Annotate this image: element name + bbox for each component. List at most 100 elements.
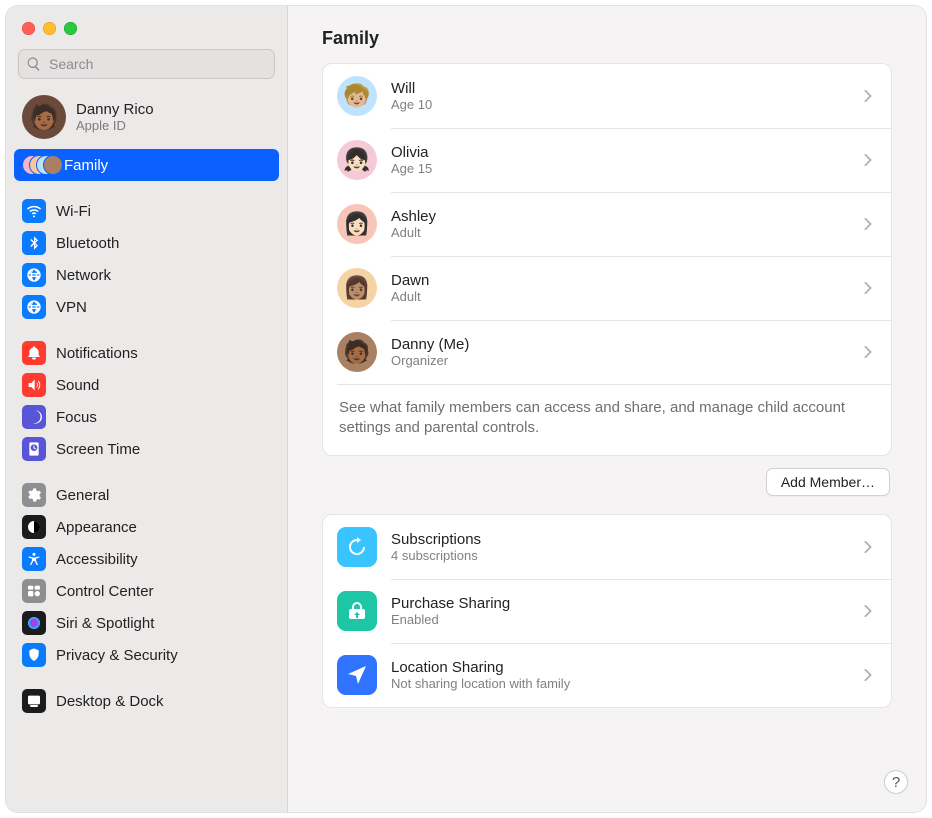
feature-row-subscriptions[interactable]: Subscriptions4 subscriptions (323, 515, 891, 579)
sidebar-item-label: Focus (56, 409, 97, 426)
sidebar-item-general[interactable]: General (14, 479, 279, 511)
feature-title: Purchase Sharing (391, 595, 849, 612)
member-subtitle: Adult (391, 225, 849, 240)
feature-subtitle: 4 subscriptions (391, 548, 849, 563)
account-name: Danny Rico (76, 101, 154, 118)
main-content: Family 🧒🏼 WillAge 10 👧🏻 OliviaAge 15 👩🏻Ashle… (288, 6, 926, 812)
sidebar-item-control-center[interactable]: Control Center (14, 575, 279, 607)
feature-row-purchase-sharing[interactable]: Purchase SharingEnabled (323, 579, 891, 643)
sidebar-item-bluetooth[interactable]: Bluetooth (14, 227, 279, 259)
feature-row-location-sharing[interactable]: Location SharingNot sharing location wit… (323, 643, 891, 707)
siri-spotlight-icon (22, 611, 46, 635)
sidebar-item-appearance[interactable]: Appearance (14, 511, 279, 543)
sidebar-item-label: VPN (56, 299, 87, 316)
sidebar-item-siri-spotlight[interactable]: Siri & Spotlight (14, 607, 279, 639)
add-member-row: Add Member… (322, 456, 892, 514)
chevron-right-icon (863, 89, 877, 103)
sidebar-item-wi-fi[interactable]: Wi-Fi (14, 195, 279, 227)
member-subtitle: Age 15 (391, 161, 849, 176)
help-button[interactable]: ? (884, 770, 908, 794)
general-icon (22, 483, 46, 507)
sidebar-item-label: Appearance (56, 519, 137, 536)
family-member-row[interactable]: 🧑🏾Danny (Me)Organizer (323, 320, 891, 384)
sidebar-item-label: Control Center (56, 583, 154, 600)
sidebar-account[interactable]: 🧑🏾 Danny Rico Apple ID (6, 89, 287, 149)
settings-window: 🧑🏾 Danny Rico Apple ID Family Wi-Fi Bluet… (6, 6, 926, 812)
search-input[interactable] (18, 49, 275, 79)
member-avatar: 🧑🏾 (337, 332, 377, 372)
member-subtitle: Adult (391, 289, 849, 304)
main-scroll: 🧒🏼WillAge 10👧🏻OliviaAge 15👩🏻AshleyAdult👩… (288, 63, 926, 812)
sidebar-item-label: Notifications (56, 345, 138, 362)
sidebar-item-label: Bluetooth (56, 235, 119, 252)
member-name: Danny (Me) (391, 336, 849, 353)
feature-title: Subscriptions (391, 531, 849, 548)
close-window-button[interactable] (22, 22, 35, 35)
sidebar-item-network[interactable]: Network (14, 259, 279, 291)
account-avatar: 🧑🏾 (22, 95, 66, 139)
control-center-icon (22, 579, 46, 603)
network-icon (22, 263, 46, 287)
member-name: Olivia (391, 144, 849, 161)
sidebar-item-privacy-security[interactable]: Privacy & Security (14, 639, 279, 671)
sidebar-item-vpn[interactable]: VPN (14, 291, 279, 323)
feature-subtitle: Not sharing location with family (391, 676, 849, 691)
add-member-button[interactable]: Add Member… (766, 468, 890, 496)
minimize-window-button[interactable] (43, 22, 56, 35)
member-subtitle: Age 10 (391, 97, 849, 112)
member-avatar: 👩🏽 (337, 268, 377, 308)
chevron-right-icon (863, 345, 877, 359)
chevron-right-icon (863, 604, 877, 618)
chevron-right-icon (863, 217, 877, 231)
window-controls (6, 18, 287, 49)
sidebar-item-label: Network (56, 267, 111, 284)
desktop-dock-icon (22, 689, 46, 713)
sidebar-scroll: Family Wi-Fi Bluetooth Network VPN Notificat… (6, 149, 287, 812)
sidebar-item-label: Wi-Fi (56, 203, 91, 220)
privacy-security-icon (22, 643, 46, 667)
sidebar-item-family[interactable]: Family (14, 149, 279, 181)
sidebar-item-label: Sound (56, 377, 99, 394)
screen-time-icon (22, 437, 46, 461)
family-member-row[interactable]: 🧒🏼 WillAge 10 (323, 64, 891, 128)
family-member-row[interactable]: 👩🏻AshleyAdult (323, 192, 891, 256)
member-avatar: 🧒🏼 (337, 76, 377, 116)
sidebar-item-label: Accessibility (56, 551, 138, 568)
location-sharing-icon (337, 655, 377, 695)
sidebar-item-label: Screen Time (56, 441, 140, 458)
member-name: Ashley (391, 208, 849, 225)
family-avatars-icon (22, 153, 54, 177)
accessibility-icon (22, 547, 46, 571)
sidebar-item-label: Siri & Spotlight (56, 615, 154, 632)
sidebar-item-sound[interactable]: Sound (14, 369, 279, 401)
sidebar-item-screen-time[interactable]: Screen Time (14, 433, 279, 465)
chevron-right-icon (863, 153, 877, 167)
zoom-window-button[interactable] (64, 22, 77, 35)
sidebar-item-notifications[interactable]: Notifications (14, 337, 279, 369)
member-name: Will (391, 80, 849, 97)
bluetooth-icon (22, 231, 46, 255)
sidebar-item-label: Privacy & Security (56, 647, 178, 664)
chevron-right-icon (863, 281, 877, 295)
chevron-right-icon (863, 668, 877, 682)
sidebar-item-accessibility[interactable]: Accessibility (14, 543, 279, 575)
member-avatar: 👧🏻 (337, 140, 377, 180)
search-container (6, 49, 287, 89)
purchase-sharing-icon (337, 591, 377, 631)
sound-icon (22, 373, 46, 397)
wi-fi-icon (22, 199, 46, 223)
family-member-row[interactable]: 👩🏽DawnAdult (323, 256, 891, 320)
family-member-row[interactable]: 👧🏻 OliviaAge 15 (323, 128, 891, 192)
sidebar-item-label: Family (64, 157, 108, 174)
members-footer-text: See what family members can access and s… (323, 384, 891, 455)
family-features-panel: Subscriptions4 subscriptionsPurchase Sha… (322, 514, 892, 708)
focus-icon (22, 405, 46, 429)
sidebar-item-desktop-dock[interactable]: Desktop & Dock (14, 685, 279, 717)
notifications-icon (22, 341, 46, 365)
family-members-panel: 🧒🏼WillAge 10👧🏻OliviaAge 15👩🏻AshleyAdult👩… (322, 63, 892, 456)
sidebar-item-label: Desktop & Dock (56, 693, 164, 710)
feature-subtitle: Enabled (391, 612, 849, 627)
account-subtitle: Apple ID (76, 118, 154, 133)
page-title: Family (288, 6, 926, 63)
sidebar-item-focus[interactable]: Focus (14, 401, 279, 433)
